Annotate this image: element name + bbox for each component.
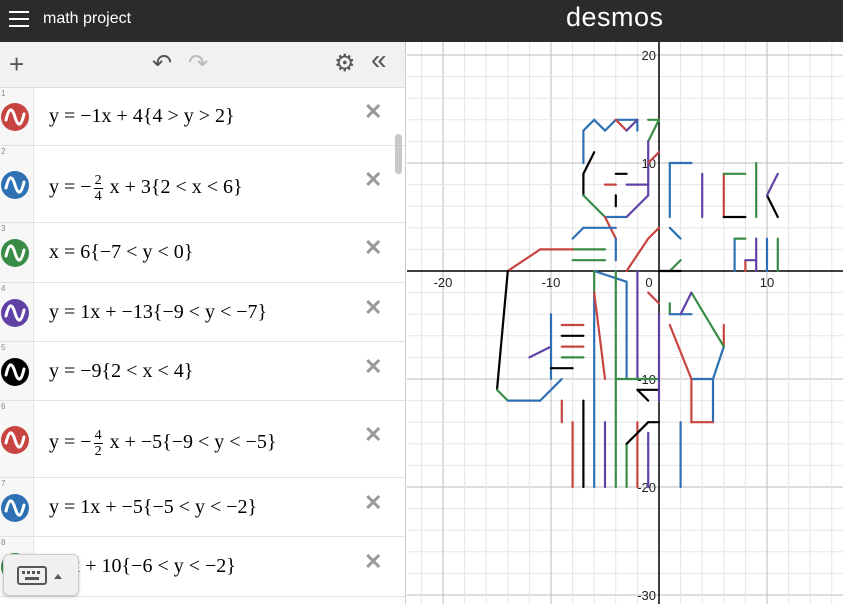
expression-gutter: 7	[0, 478, 34, 536]
expression-gutter: 1	[0, 88, 34, 145]
x-tick-label: -10	[542, 275, 561, 290]
graph-segment	[495, 388, 509, 402]
graph-segment	[582, 118, 596, 132]
graph-segment	[528, 345, 553, 359]
expression-gutter: 2	[0, 146, 34, 222]
keyboard-icon	[17, 566, 62, 585]
graph-segment	[571, 226, 585, 240]
expression-number: 8	[1, 538, 6, 547]
delete-expression-icon[interactable]: ✕	[364, 295, 382, 321]
x-tick-label: 10	[760, 275, 774, 290]
expression-row[interactable]: 1 y = −1x + 4{4 > y > 2} ✕	[0, 88, 405, 146]
color-swatch-icon[interactable]	[1, 426, 29, 454]
graph-segment	[614, 118, 628, 132]
expression-gutter: 4	[0, 283, 34, 341]
expression-text: x = 6{−7 < y < 0}	[49, 241, 194, 263]
expression-input[interactable]: y = −2 4 x + 3{2 < x < 6}	[49, 173, 243, 204]
expression-number: 5	[1, 343, 6, 352]
expression-number: 4	[1, 284, 6, 293]
graph-segment	[625, 118, 639, 132]
hamburger-menu-icon[interactable]	[9, 11, 29, 27]
expression-gutter: 3	[0, 223, 34, 282]
expression-row[interactable]: 2 y = −2 4 x + 3{2 < x < 6} ✕	[0, 146, 405, 223]
graph-segment	[593, 269, 628, 283]
graph-segment	[593, 118, 607, 132]
color-swatch-icon[interactable]	[1, 239, 29, 267]
x-tick-label: -20	[434, 275, 453, 290]
expression-number: 2	[1, 147, 6, 156]
expression-row[interactable]: 7 y = 1x + −5{−5 < y < −2} ✕	[0, 478, 405, 537]
top-bar: math project desmos	[0, 0, 843, 42]
color-swatch-icon[interactable]	[1, 358, 29, 386]
delete-expression-icon[interactable]: ✕	[364, 354, 382, 380]
expression-panel: + ↶ ↷ ⚙ « 1 y = −1x + 4{4 > y > 2} ✕ 2 y = −…	[0, 42, 406, 604]
expression-gutter: 6	[0, 401, 34, 477]
expression-text: y = −9{2 < x < 4}	[49, 360, 194, 382]
expression-number: 7	[1, 479, 6, 488]
expression-text: y = −1x + 4{4 > y > 2}	[49, 105, 235, 127]
expression-input[interactable]: y = −4 2 x + −5{−9 < y < −5}	[49, 428, 276, 459]
color-swatch-icon[interactable]	[1, 494, 29, 522]
collapse-panel-icon[interactable]: «	[371, 46, 387, 74]
expression-gutter: 5	[0, 342, 34, 400]
x-tick-label: 0	[645, 275, 652, 290]
graph-segment	[668, 259, 682, 273]
color-swatch-icon[interactable]	[1, 299, 29, 327]
expression-row[interactable]: 4 y = 1x + −13{−9 < y < −7} ✕	[0, 283, 405, 342]
desmos-logo: desmos	[566, 2, 664, 32]
delete-expression-icon[interactable]: ✕	[364, 490, 382, 516]
keyboard-toggle-button[interactable]	[3, 554, 79, 596]
expression-text: y = 1x + −5{−5 < y < −2}	[49, 496, 258, 518]
graph-segment	[603, 118, 617, 132]
expression-row[interactable]: 3 x = 6{−7 < y < 0} ✕	[0, 223, 405, 283]
graph-segment	[506, 248, 542, 273]
add-item-icon[interactable]: +	[9, 51, 24, 77]
expression-number: 1	[1, 89, 6, 98]
settings-gear-icon[interactable]: ⚙	[334, 52, 356, 76]
expression-number: 3	[1, 224, 6, 233]
delete-expression-icon[interactable]: ✕	[364, 235, 382, 261]
graph-segment	[690, 291, 725, 348]
expression-text: y = 1x + −13{−9 < y < −7}	[49, 301, 268, 323]
expression-row[interactable]: 5 y = −9{2 < x < 4} ✕	[0, 342, 405, 401]
redo-icon[interactable]: ↷	[188, 52, 208, 76]
expression-text: y = −2 4 x + 3{2 < x < 6}	[49, 173, 243, 204]
graph-segment	[668, 226, 682, 240]
graph-segment	[636, 388, 650, 402]
expression-list: 1 y = −1x + 4{4 > y > 2} ✕ 2 y = −2 4 x + 3{2…	[0, 88, 405, 597]
y-tick-label: 20	[642, 48, 656, 63]
color-swatch-icon[interactable]	[1, 171, 29, 199]
expression-row[interactable]: 6 y = −4 2 x + −5{−9 < y < −5} ✕	[0, 401, 405, 478]
graph-canvas[interactable]: -20-100102010-10-20-30	[407, 42, 843, 604]
graph-segment	[647, 118, 661, 143]
graph-segment	[647, 226, 661, 240]
expression-input[interactable]: x = 6{−7 < y < 0}	[49, 241, 193, 264]
graph-segment	[647, 291, 661, 305]
graph-segment	[711, 345, 725, 381]
y-tick-label: -30	[637, 588, 656, 603]
graph-segment	[679, 291, 693, 316]
y-tick-label: -20	[637, 480, 656, 495]
graph-title[interactable]: math project	[43, 10, 131, 28]
expression-input[interactable]: y = −1x + 4{4 > y > 2}	[49, 105, 235, 128]
color-swatch-icon[interactable]	[1, 103, 29, 131]
expression-input[interactable]: y = 1x + −13{−9 < y < −7}	[49, 301, 267, 324]
delete-expression-icon[interactable]: ✕	[364, 549, 382, 575]
graph-segment	[495, 269, 509, 391]
expression-input[interactable]: y = −9{2 < x < 4}	[49, 360, 193, 383]
delete-expression-icon[interactable]: ✕	[364, 99, 382, 125]
undo-icon[interactable]: ↶	[152, 52, 172, 76]
scrollbar[interactable]	[395, 134, 402, 174]
delete-expression-icon[interactable]: ✕	[364, 422, 382, 448]
delete-expression-icon[interactable]: ✕	[364, 167, 382, 193]
expression-text: y = −4 2 x + −5{−9 < y < −5}	[49, 428, 277, 459]
expression-number: 6	[1, 402, 6, 411]
caret-up-icon	[54, 574, 62, 579]
expression-toolbar: + ↶ ↷ ⚙ «	[0, 42, 405, 88]
expression-input[interactable]: y = 1x + −5{−5 < y < −2}	[49, 496, 257, 519]
